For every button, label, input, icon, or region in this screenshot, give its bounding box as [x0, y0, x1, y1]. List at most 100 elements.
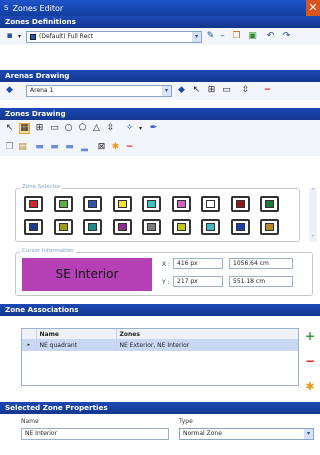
rect-tool-icon[interactable]: ▭ — [49, 123, 60, 134]
zones-definitions-toolbar: ▪ ▾ (Default) Full Rect ▾ ✎ – ❐ ▣ ↶ ↷ — [0, 28, 320, 45]
zone-selector-label: Zone Selector — [20, 184, 63, 190]
zone-swatch[interactable] — [201, 219, 220, 235]
section-selected-zone-properties: Selected Zone Properties — [0, 402, 320, 414]
swatch-color — [58, 223, 68, 231]
column-header-zones[interactable]: Zones — [116, 329, 298, 339]
zone-swatch[interactable] — [260, 196, 279, 212]
pointer-icon[interactable]: ↖ — [191, 85, 202, 96]
close-button[interactable]: ✕ — [306, 0, 320, 16]
minus-icon[interactable]: – — [217, 31, 228, 42]
swatch-color — [88, 223, 97, 231]
zone-swatch[interactable] — [230, 219, 250, 235]
copy-icon[interactable]: ❐ — [231, 31, 242, 42]
cursor-info-label: Cursor Information — [20, 248, 76, 254]
zone-swatch[interactable] — [83, 219, 102, 235]
section-zones-definitions: Zones Definitions — [0, 16, 320, 28]
column-header-name[interactable]: Name — [36, 329, 117, 339]
move-icon[interactable]: ⇳ — [240, 85, 251, 96]
zone-swatch[interactable] — [230, 196, 250, 212]
grid-icon[interactable]: ⊞ — [206, 85, 217, 96]
zone-swatch[interactable] — [24, 196, 43, 212]
grid-tool-icon[interactable]: ⊞ — [34, 123, 45, 134]
select-arrow-icon[interactable]: ↖ — [4, 123, 15, 134]
magic-wand-dropdown-icon[interactable]: ▾ — [135, 123, 146, 134]
x-cm-field: 1056.64 cm — [229, 258, 293, 269]
arena-next-icon[interactable]: ◆ — [176, 85, 187, 96]
rename-icon[interactable]: ✎ — [205, 31, 216, 42]
zone-swatch[interactable] — [171, 196, 191, 212]
zone-swatch[interactable] — [24, 219, 43, 235]
y-cm-field: 551.18 cm — [229, 276, 293, 287]
edit-association-icon[interactable]: ✱ — [304, 380, 316, 392]
x-px-field: 416 px — [173, 258, 223, 269]
zone-swatch[interactable] — [83, 196, 102, 212]
section-arenas-drawing: Arenas Drawing — [0, 70, 320, 82]
ellipse-tool-icon[interactable]: ○ — [63, 123, 74, 134]
type-label: Type — [179, 418, 193, 425]
row-header-spacer — [22, 329, 37, 339]
add-association-icon[interactable]: + — [304, 330, 316, 342]
cursor-zone-display: SE Interior — [22, 258, 152, 291]
eyedropper-icon[interactable]: ✒ — [148, 123, 159, 134]
remove-arena-icon[interactable]: − — [262, 85, 273, 96]
align-center-icon[interactable]: ▬ — [49, 142, 60, 153]
zone-swatch[interactable] — [112, 196, 132, 212]
zone-swatch[interactable] — [53, 219, 73, 235]
polygon-tool-icon[interactable]: ⬠ — [77, 123, 88, 134]
delete-zone-icon[interactable]: − — [124, 142, 135, 153]
scroll-up-icon[interactable]: ˄ — [309, 188, 317, 195]
zone-type-value: Normal Zone — [183, 430, 222, 437]
paste-zone-icon[interactable]: ▤ — [17, 142, 28, 153]
zone-name-input[interactable]: NE Interior — [21, 428, 169, 440]
new-zone-icon[interactable]: ✱ — [110, 142, 121, 153]
y-label: Y : — [162, 279, 170, 286]
close-icon: ✕ — [308, 1, 318, 14]
align-right-icon[interactable]: ▬ — [64, 142, 75, 153]
zone-swatch[interactable] — [142, 196, 161, 212]
row-name-cell[interactable]: NE quadrant — [36, 339, 117, 351]
section-zones-drawing: Zones Drawing — [0, 108, 320, 120]
move-tool-icon[interactable]: ⇳ — [105, 123, 116, 134]
chevron-down-icon[interactable]: ▾ — [192, 32, 201, 42]
swatch-color — [265, 200, 274, 208]
distribute-icon[interactable]: ▂ — [79, 142, 90, 153]
zone-swatch[interactable] — [260, 219, 279, 235]
magic-wand-icon[interactable]: ✧ — [124, 123, 135, 134]
swatch-color — [206, 200, 215, 208]
swatch-color — [117, 200, 127, 208]
zone-selector-scrollbar[interactable]: ˄ ˅ — [309, 188, 317, 242]
undo-icon[interactable]: ↶ — [265, 31, 276, 42]
swatch-color — [235, 200, 245, 208]
zone-select-tool-icon[interactable]: ▦ — [19, 123, 30, 134]
remove-association-icon[interactable]: − — [304, 355, 316, 367]
section-zone-associations: Zone Associations — [0, 304, 320, 316]
zone-type-select[interactable]: Normal Zone ▾ — [179, 428, 314, 440]
redo-icon[interactable]: ↷ — [281, 31, 292, 42]
zone-swatch[interactable] — [142, 219, 161, 235]
y-px-field: 217 px — [173, 276, 223, 287]
zone-swatch[interactable] — [112, 219, 132, 235]
zones-drawing-toolbar: ↖ ▦ ⊞ ▭ ○ ⬠ △ ⇳ ✧ ▾ ✒ ❐ ▤ ▬ ▬ ▬ ▂ ⊠ ✱ − — [0, 120, 320, 156]
swatch-color — [147, 200, 156, 208]
window-title: Zones Editor — [12, 3, 64, 13]
row-zones-cell[interactable]: NE Exterior, NE Interior — [116, 339, 298, 351]
zone-definition-select[interactable]: (Default) Full Rect ▾ — [26, 31, 202, 43]
arena-select[interactable]: Arena 1 ▾ — [26, 85, 172, 97]
split-icon[interactable]: ⊠ — [96, 142, 107, 153]
chevron-down-icon[interactable]: ▾ — [162, 86, 171, 96]
align-left-icon[interactable]: ▬ — [34, 142, 45, 153]
triangle-tool-icon[interactable]: △ — [91, 123, 102, 134]
swatch-color — [58, 200, 68, 208]
zone-swatch[interactable] — [53, 196, 73, 212]
zone-swatch[interactable] — [201, 196, 220, 212]
chevron-down-icon[interactable]: ▾ — [304, 429, 313, 439]
scroll-down-icon[interactable]: ˅ — [309, 235, 317, 242]
zone-swatch[interactable] — [171, 219, 191, 235]
copy-zone-icon[interactable]: ❐ — [4, 142, 15, 153]
dropdown-small-icon[interactable]: ▾ — [14, 31, 25, 42]
table-row[interactable]: ▸ NE quadrant NE Exterior, NE Interior — [22, 339, 298, 351]
export-icon[interactable]: ▣ — [247, 31, 258, 42]
rectangle-icon[interactable]: ▭ — [221, 85, 232, 96]
swatch-color — [147, 223, 156, 231]
arena-prev-icon[interactable]: ◆ — [4, 85, 15, 96]
